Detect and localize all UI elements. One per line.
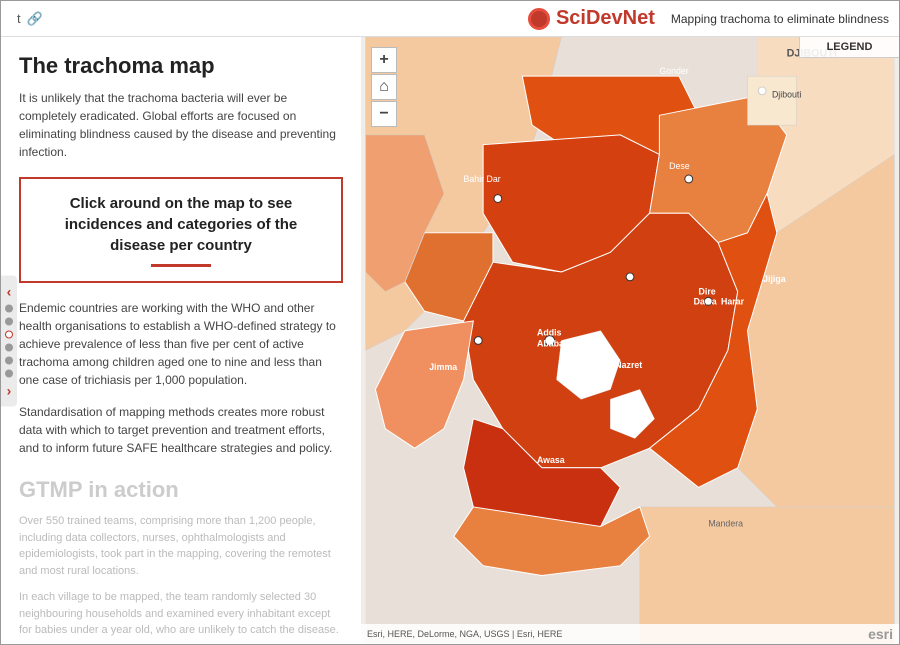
- bahir-dar-label: Bahir Dar: [464, 174, 501, 184]
- cta-box: Click around on the map to see incidence…: [19, 177, 343, 283]
- left-panel: ‹ › The trachoma map It is unlikely that…: [1, 37, 361, 644]
- cta-text: Click around on the map to see incidence…: [39, 193, 323, 256]
- mandera-label: Mandera: [708, 519, 743, 529]
- addis-ababa-label2: Ababa: [537, 338, 564, 348]
- map-area[interactable]: LEGEND + ⌂ −: [361, 37, 899, 644]
- nav-down-arrow[interactable]: ›: [7, 382, 12, 398]
- intro-text: It is unlikely that the trachoma bacteri…: [19, 89, 343, 161]
- dese-label: Dese: [669, 161, 690, 171]
- jijiga-label: Jijiga: [763, 274, 786, 284]
- harar-label: Harar: [721, 296, 745, 306]
- top-bar:  t 🔗 SciDevNet Mapping trachoma to elim…: [1, 1, 899, 37]
- main-content: ‹ › The trachoma map It is unlikely that…: [1, 37, 899, 644]
- nav-dot-4[interactable]: [5, 343, 13, 351]
- home-button[interactable]: ⌂: [371, 74, 397, 100]
- logo-text[interactable]: SciDevNet: [556, 7, 655, 30]
- body-text-1: Endemic countries are working with the W…: [19, 299, 343, 389]
- map-controls: + ⌂ −: [371, 47, 397, 127]
- map-svg[interactable]: DJIBOUTI Djibouti Gonder Bahir Dar Dese …: [361, 37, 899, 644]
- page-subtitle: Mapping trachoma to eliminate blindness: [671, 12, 889, 26]
- attribution-text: Esri, HERE, DeLorme, NGA, USGS | Esri, H…: [367, 629, 562, 639]
- logo-circle: [528, 8, 550, 30]
- twitter-icon[interactable]: t: [17, 11, 21, 27]
- nav-dot-1[interactable]: [5, 304, 13, 312]
- gonder-label: Gonder: [659, 66, 688, 76]
- gtmp-heading: GTMP in action: [19, 477, 343, 503]
- map-attribution: Esri, HERE, DeLorme, NGA, USGS | Esri, H…: [361, 624, 899, 644]
- nav-dot-6[interactable]: [5, 369, 13, 377]
- body-text-2: Standardisation of mapping methods creat…: [19, 403, 343, 457]
- awasa-label: Awasa: [537, 455, 565, 465]
- side-nav: ‹ ›: [1, 275, 17, 406]
- link-icon[interactable]: 🔗: [27, 11, 43, 27]
- nav-up-arrow[interactable]: ‹: [7, 283, 12, 299]
- dire-dawa-label2: Dawa: [694, 296, 717, 306]
- dire-dawa-label: Dire: [699, 286, 716, 296]
- djibouti-city-label: Djibouti: [772, 90, 801, 100]
- addis-ababa-label: Addis: [537, 328, 562, 338]
- gtmp-text-2: In each village to be mapped, the team r…: [19, 589, 343, 639]
- gtmp-text-1: Over 550 trained teams, comprising more …: [19, 513, 343, 579]
- zoom-out-button[interactable]: −: [371, 101, 397, 127]
- jimma-label: Jimma: [429, 362, 457, 372]
- map-legend-bar: LEGEND: [799, 37, 899, 58]
- nazret-label: Nazret: [615, 360, 642, 370]
- cta-divider: [151, 264, 211, 267]
- esri-logo: esri: [868, 626, 893, 642]
- logo-area: SciDevNet: [528, 7, 655, 30]
- page-title: The trachoma map: [19, 53, 343, 79]
- nav-dot-2[interactable]: [5, 317, 13, 325]
- zoom-in-button[interactable]: +: [371, 47, 397, 73]
- social-icons:  t 🔗: [11, 11, 43, 27]
- nav-dot-3[interactable]: [5, 330, 13, 338]
- nav-dot-5[interactable]: [5, 356, 13, 364]
